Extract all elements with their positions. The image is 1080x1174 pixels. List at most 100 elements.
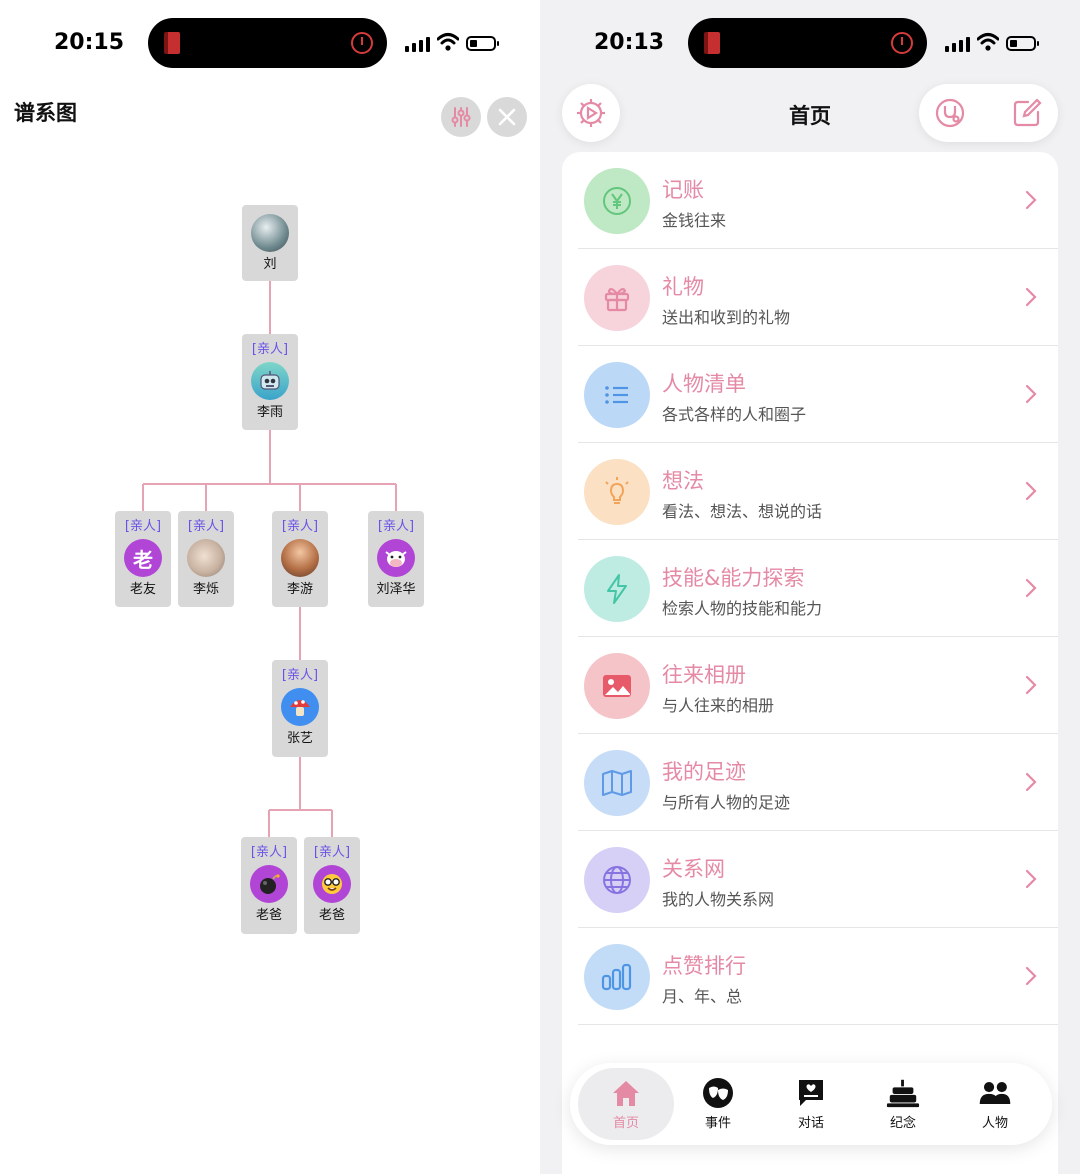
menu-item-subtitle: 我的人物关系网 — [662, 890, 775, 909]
menu-item-subtitle: 与所有人物的足迹 — [662, 793, 791, 812]
menu-item-title: 往来相册 — [662, 663, 746, 687]
menu-item[interactable]: 技能&能力探索 检索人物的技能和能力 — [562, 540, 1058, 637]
menu-item-subtitle: 与人往来的相册 — [662, 696, 775, 715]
menu-item-subtitle: 送出和收到的礼物 — [662, 308, 791, 327]
chevron-right-icon — [1025, 287, 1037, 307]
timer-icon — [891, 32, 913, 54]
menu-item-subtitle: 看法、想法、想说的话 — [662, 502, 823, 521]
tab-label: 事件 — [704, 1116, 731, 1131]
tab-home[interactable]: 首页 — [578, 1068, 674, 1140]
tab-label: 纪念 — [889, 1116, 916, 1131]
edit-button[interactable] — [1012, 98, 1042, 128]
nerd-face-avatar-icon — [313, 865, 351, 903]
wifi-icon — [977, 33, 999, 51]
menu-item[interactable]: 关系网 我的人物关系网 — [562, 831, 1058, 928]
mushroom-avatar-icon — [281, 688, 319, 726]
node-name: 刘 — [263, 257, 277, 272]
menu-item-title: 关系网 — [662, 857, 725, 881]
menu-item-subtitle: 检索人物的技能和能力 — [662, 599, 823, 618]
menu-item[interactable]: 想法 看法、想法、想说的话 — [562, 443, 1058, 540]
divider — [578, 1024, 1058, 1025]
settings-button[interactable] — [562, 84, 620, 142]
menu-item-title: 人物清单 — [662, 372, 746, 396]
tab-message-heart[interactable]: 对话 — [763, 1068, 859, 1140]
menu-item-title: 点赞排行 — [662, 954, 746, 978]
settings-gear-icon — [577, 99, 605, 127]
menu-item[interactable]: 往来相册 与人往来的相册 — [562, 637, 1058, 734]
menu-item[interactable]: 我的足迹 与所有人物的足迹 — [562, 734, 1058, 831]
chevron-right-icon — [1025, 772, 1037, 792]
tree-node[interactable]: [亲人] 老爸 — [304, 837, 360, 934]
home-icon — [609, 1076, 643, 1110]
node-name: 刘泽华 — [376, 582, 416, 597]
tab-label: 人物 — [981, 1116, 1008, 1131]
feature-menu: 记账 金钱往来 礼物 送出和收到的礼物 人物清单 各式各样的人和圈子 想法 看法… — [562, 152, 1058, 1174]
avatar: 老 — [124, 539, 162, 577]
edit-icon — [1013, 98, 1042, 127]
menu-item[interactable]: 礼物 送出和收到的礼物 — [562, 249, 1058, 346]
menu-item[interactable]: 点赞排行 月、年、总 — [562, 928, 1058, 1025]
robot-avatar-icon — [251, 362, 289, 400]
relation-tag: [亲人] — [250, 845, 288, 860]
node-name: 老爸 — [255, 908, 282, 923]
menu-item-subtitle: 月、年、总 — [662, 987, 743, 1006]
tree-connectors — [142, 281, 397, 837]
tab-cake[interactable]: 纪念 — [855, 1068, 951, 1140]
node-name: 老爸 — [318, 908, 345, 923]
relation-tag: [亲人] — [281, 519, 319, 534]
health-button[interactable] — [935, 98, 965, 128]
yen-coin-icon — [584, 168, 650, 234]
tree-node[interactable]: [亲人] 李游 — [272, 511, 328, 607]
menu-item-title: 记账 — [662, 178, 704, 202]
chevron-right-icon — [1025, 869, 1037, 889]
bomb-avatar-icon — [250, 865, 288, 903]
menu-item-title: 礼物 — [662, 275, 704, 299]
node-name: 老友 — [129, 582, 156, 597]
relation-tag: [亲人] — [187, 519, 225, 534]
chevron-right-icon — [1025, 481, 1037, 501]
tree-node[interactable]: [亲人] 老 老友 — [115, 511, 171, 607]
menu-item[interactable]: 人物清单 各式各样的人和圈子 — [562, 346, 1058, 443]
battery-icon — [1006, 36, 1039, 51]
tab-label: 对话 — [797, 1116, 824, 1131]
relation-tag: [亲人] — [124, 519, 162, 534]
lightning-icon — [584, 556, 650, 622]
menu-item-title: 想法 — [662, 469, 704, 493]
avatar — [251, 214, 289, 252]
relation-tag: [亲人] — [377, 519, 415, 534]
photo-icon — [584, 653, 650, 719]
nav-actions — [919, 84, 1058, 142]
stethoscope-icon — [935, 98, 965, 128]
node-name: 李游 — [286, 582, 313, 597]
tree-node-root[interactable]: 刘 — [242, 205, 298, 281]
tab-theater-masks[interactable]: 事件 — [670, 1068, 766, 1140]
tree-node[interactable]: [亲人] 李雨 — [242, 334, 298, 430]
menu-item[interactable]: 记账 金钱往来 — [562, 152, 1058, 249]
bar-chart-icon — [584, 944, 650, 1010]
chevron-right-icon — [1025, 190, 1037, 210]
chevron-right-icon — [1025, 384, 1037, 404]
chevron-right-icon — [1025, 578, 1037, 598]
relation-tag: [亲人] — [313, 845, 351, 860]
people-icon — [978, 1076, 1012, 1110]
cake-icon — [886, 1076, 920, 1110]
chevron-right-icon — [1025, 675, 1037, 695]
relation-tag: [亲人] — [281, 668, 319, 683]
tab-people[interactable]: 人物 — [947, 1068, 1043, 1140]
status-time: 20:13 — [594, 30, 665, 55]
tree-node[interactable]: [亲人] 张艺 — [272, 660, 328, 757]
tree-node[interactable]: [亲人] 刘泽华 — [368, 511, 424, 607]
tree-node[interactable]: [亲人] 老爸 — [241, 837, 297, 934]
list-icon — [584, 362, 650, 428]
theater-masks-icon — [701, 1076, 735, 1110]
cellular-signal-icon — [945, 36, 971, 52]
avatar — [187, 539, 225, 577]
navigation-bar: 首页 — [540, 80, 1080, 150]
menu-item-subtitle: 各式各样的人和圈子 — [662, 405, 807, 424]
node-name: 张艺 — [286, 731, 313, 746]
message-heart-icon — [794, 1076, 828, 1110]
genealogy-screen: 20:15 谱系图 刘 [亲人] 李雨 [亲人] 老 老友 [亲人] 李烁 [亲… — [0, 0, 540, 1174]
avatar — [281, 539, 319, 577]
tab-bar: 首页 事件 对话 纪念 人物 — [570, 1063, 1052, 1145]
tree-node[interactable]: [亲人] 李烁 — [178, 511, 234, 607]
